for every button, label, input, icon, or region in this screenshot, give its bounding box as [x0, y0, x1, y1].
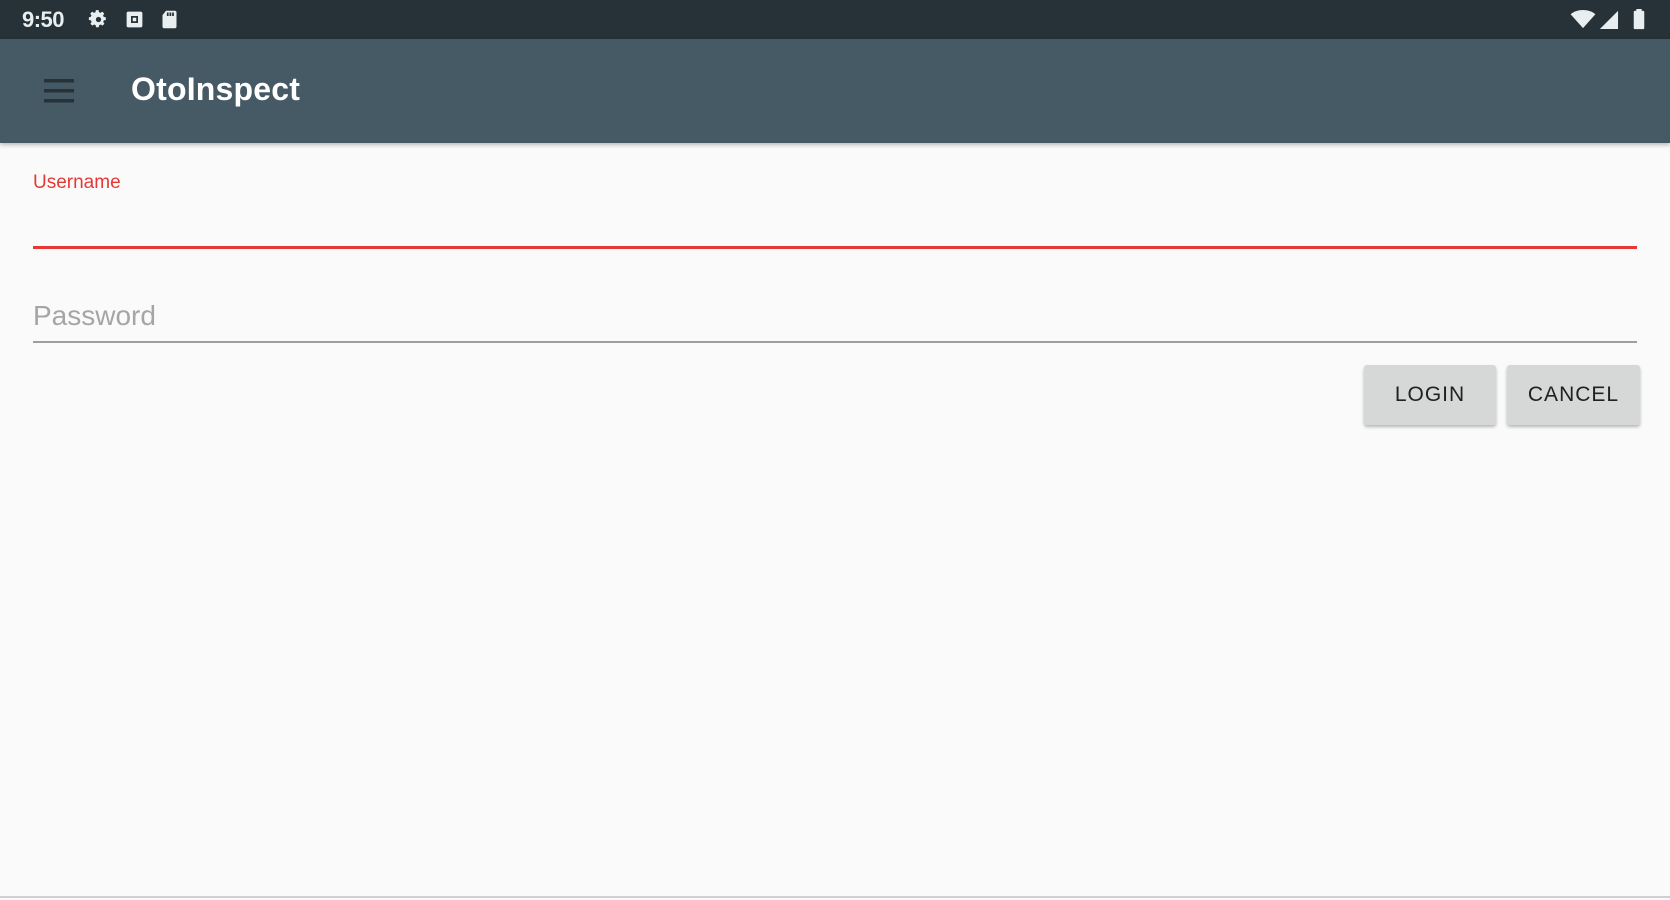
username-label: Username	[33, 172, 121, 193]
username-underline	[33, 246, 1637, 249]
sd-card-icon	[159, 9, 180, 30]
bottom-divider	[0, 896, 1670, 898]
battery-icon	[1632, 9, 1646, 30]
wifi-icon	[1570, 9, 1596, 30]
notification-box-icon	[124, 9, 145, 30]
login-button[interactable]: LOGIN	[1364, 365, 1496, 425]
status-time: 9:50	[22, 7, 65, 32]
status-bar: 9:50	[0, 0, 1670, 39]
gear-icon	[88, 9, 109, 30]
hamburger-menu-icon	[28, 69, 90, 113]
cell-signal-icon	[1598, 9, 1619, 30]
username-input[interactable]	[33, 206, 1637, 246]
app-bar: OtoInspect	[0, 39, 1670, 143]
username-field: Username	[33, 166, 1637, 252]
menu-button[interactable]	[28, 69, 90, 113]
password-underline	[33, 341, 1637, 343]
cancel-button[interactable]: CANCEL	[1507, 365, 1640, 425]
password-field	[33, 292, 1637, 344]
password-input[interactable]	[33, 296, 1637, 336]
app-title: OtoInspect	[131, 71, 301, 107]
